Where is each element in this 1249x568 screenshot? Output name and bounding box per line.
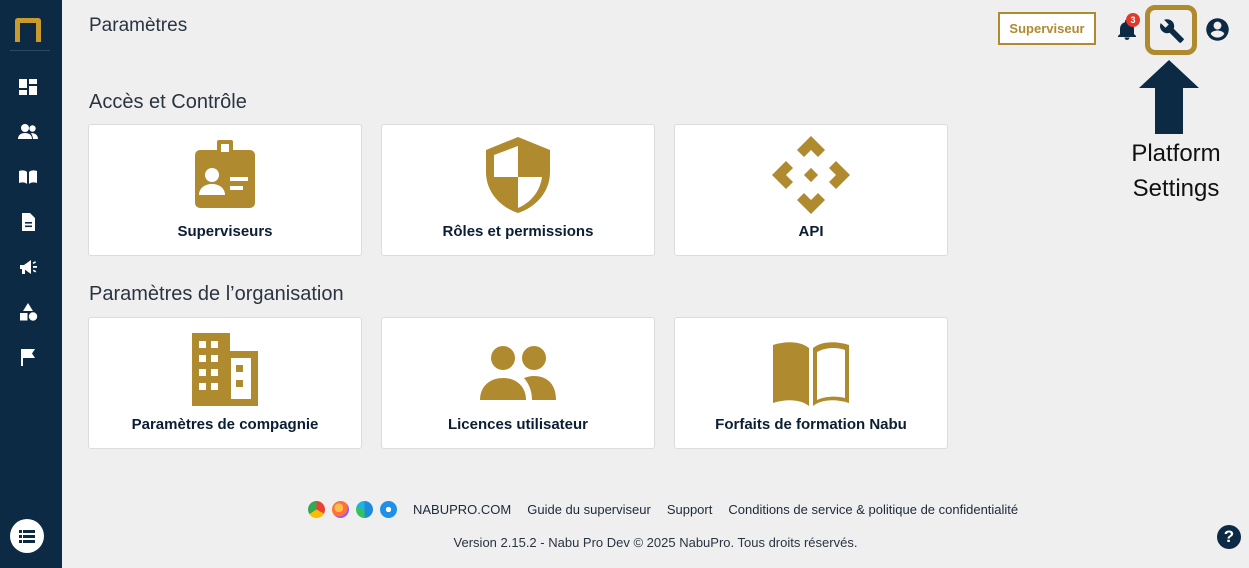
card-api[interactable]: API xyxy=(674,124,948,256)
dashboard-icon[interactable] xyxy=(18,78,38,96)
id-badge-icon xyxy=(89,135,361,215)
page-title: Paramètres xyxy=(89,15,188,36)
version-text: Version 2.15.2 - Nabu Pro Dev © 2025 Nab… xyxy=(453,535,858,550)
notification-count-badge: 3 xyxy=(1126,13,1140,27)
card-label: Superviseurs xyxy=(177,223,273,240)
card-training-packages[interactable]: Forfaits de formation Nabu xyxy=(674,317,948,449)
role-switch-button[interactable]: Superviseur xyxy=(998,12,1096,45)
firefox-icon xyxy=(332,500,349,518)
nabu-logo[interactable] xyxy=(15,18,41,42)
footer-links: NABUPRO.COM Guide du superviseur Support… xyxy=(308,499,1025,519)
flag-icon[interactable] xyxy=(18,348,38,366)
chrome-icon xyxy=(308,500,325,518)
sidebar xyxy=(0,0,62,568)
annotation-line-2: Settings xyxy=(1132,175,1220,202)
card-label: Licences utilisateur xyxy=(447,416,589,433)
footer-link-nabupro[interactable]: NABUPRO.COM xyxy=(413,502,511,517)
card-label: Paramètres de compagnie xyxy=(131,416,319,433)
card-superviseurs[interactable]: Superviseurs xyxy=(88,124,362,256)
card-user-licenses[interactable]: Licences utilisateur xyxy=(381,317,655,449)
sidebar-divider xyxy=(10,50,50,51)
api-diamond-icon xyxy=(675,135,947,215)
people-icon xyxy=(382,328,654,408)
wrench-icon xyxy=(1160,19,1184,43)
card-label: Rôles et permissions xyxy=(442,223,594,240)
open-book-icon xyxy=(675,328,947,408)
document-icon[interactable] xyxy=(18,213,38,231)
section-title-organization: Paramètres de l’organisation xyxy=(89,283,344,305)
card-label: Forfaits de formation Nabu xyxy=(715,416,907,433)
card-roles-permissions[interactable]: Rôles et permissions xyxy=(381,124,655,256)
shield-icon xyxy=(382,135,654,215)
account-icon[interactable] xyxy=(1204,16,1231,43)
annotation-arrow-icon xyxy=(1137,60,1201,134)
safari-icon xyxy=(380,500,397,518)
edge-icon xyxy=(356,500,373,518)
footer-link-terms-privacy[interactable]: Conditions de service & politique de con… xyxy=(728,502,1018,517)
shapes-icon[interactable] xyxy=(18,303,38,321)
card-label: API xyxy=(798,223,824,240)
book-icon[interactable] xyxy=(18,168,38,186)
annotation-label: Platform Settings xyxy=(1112,136,1240,206)
building-icon xyxy=(89,328,361,408)
users-icon[interactable] xyxy=(18,123,38,141)
megaphone-icon[interactable] xyxy=(18,258,38,276)
footer-link-supervisor-guide[interactable]: Guide du superviseur xyxy=(527,502,651,517)
help-icon[interactable]: ? xyxy=(1217,525,1241,549)
footer-link-support[interactable]: Support xyxy=(667,502,713,517)
platform-settings-button[interactable] xyxy=(1145,5,1197,55)
annotation-line-1: Platform xyxy=(1131,140,1221,167)
section-title-access-control: Accès et Contrôle xyxy=(89,91,247,113)
card-company-settings[interactable]: Paramètres de compagnie xyxy=(88,317,362,449)
